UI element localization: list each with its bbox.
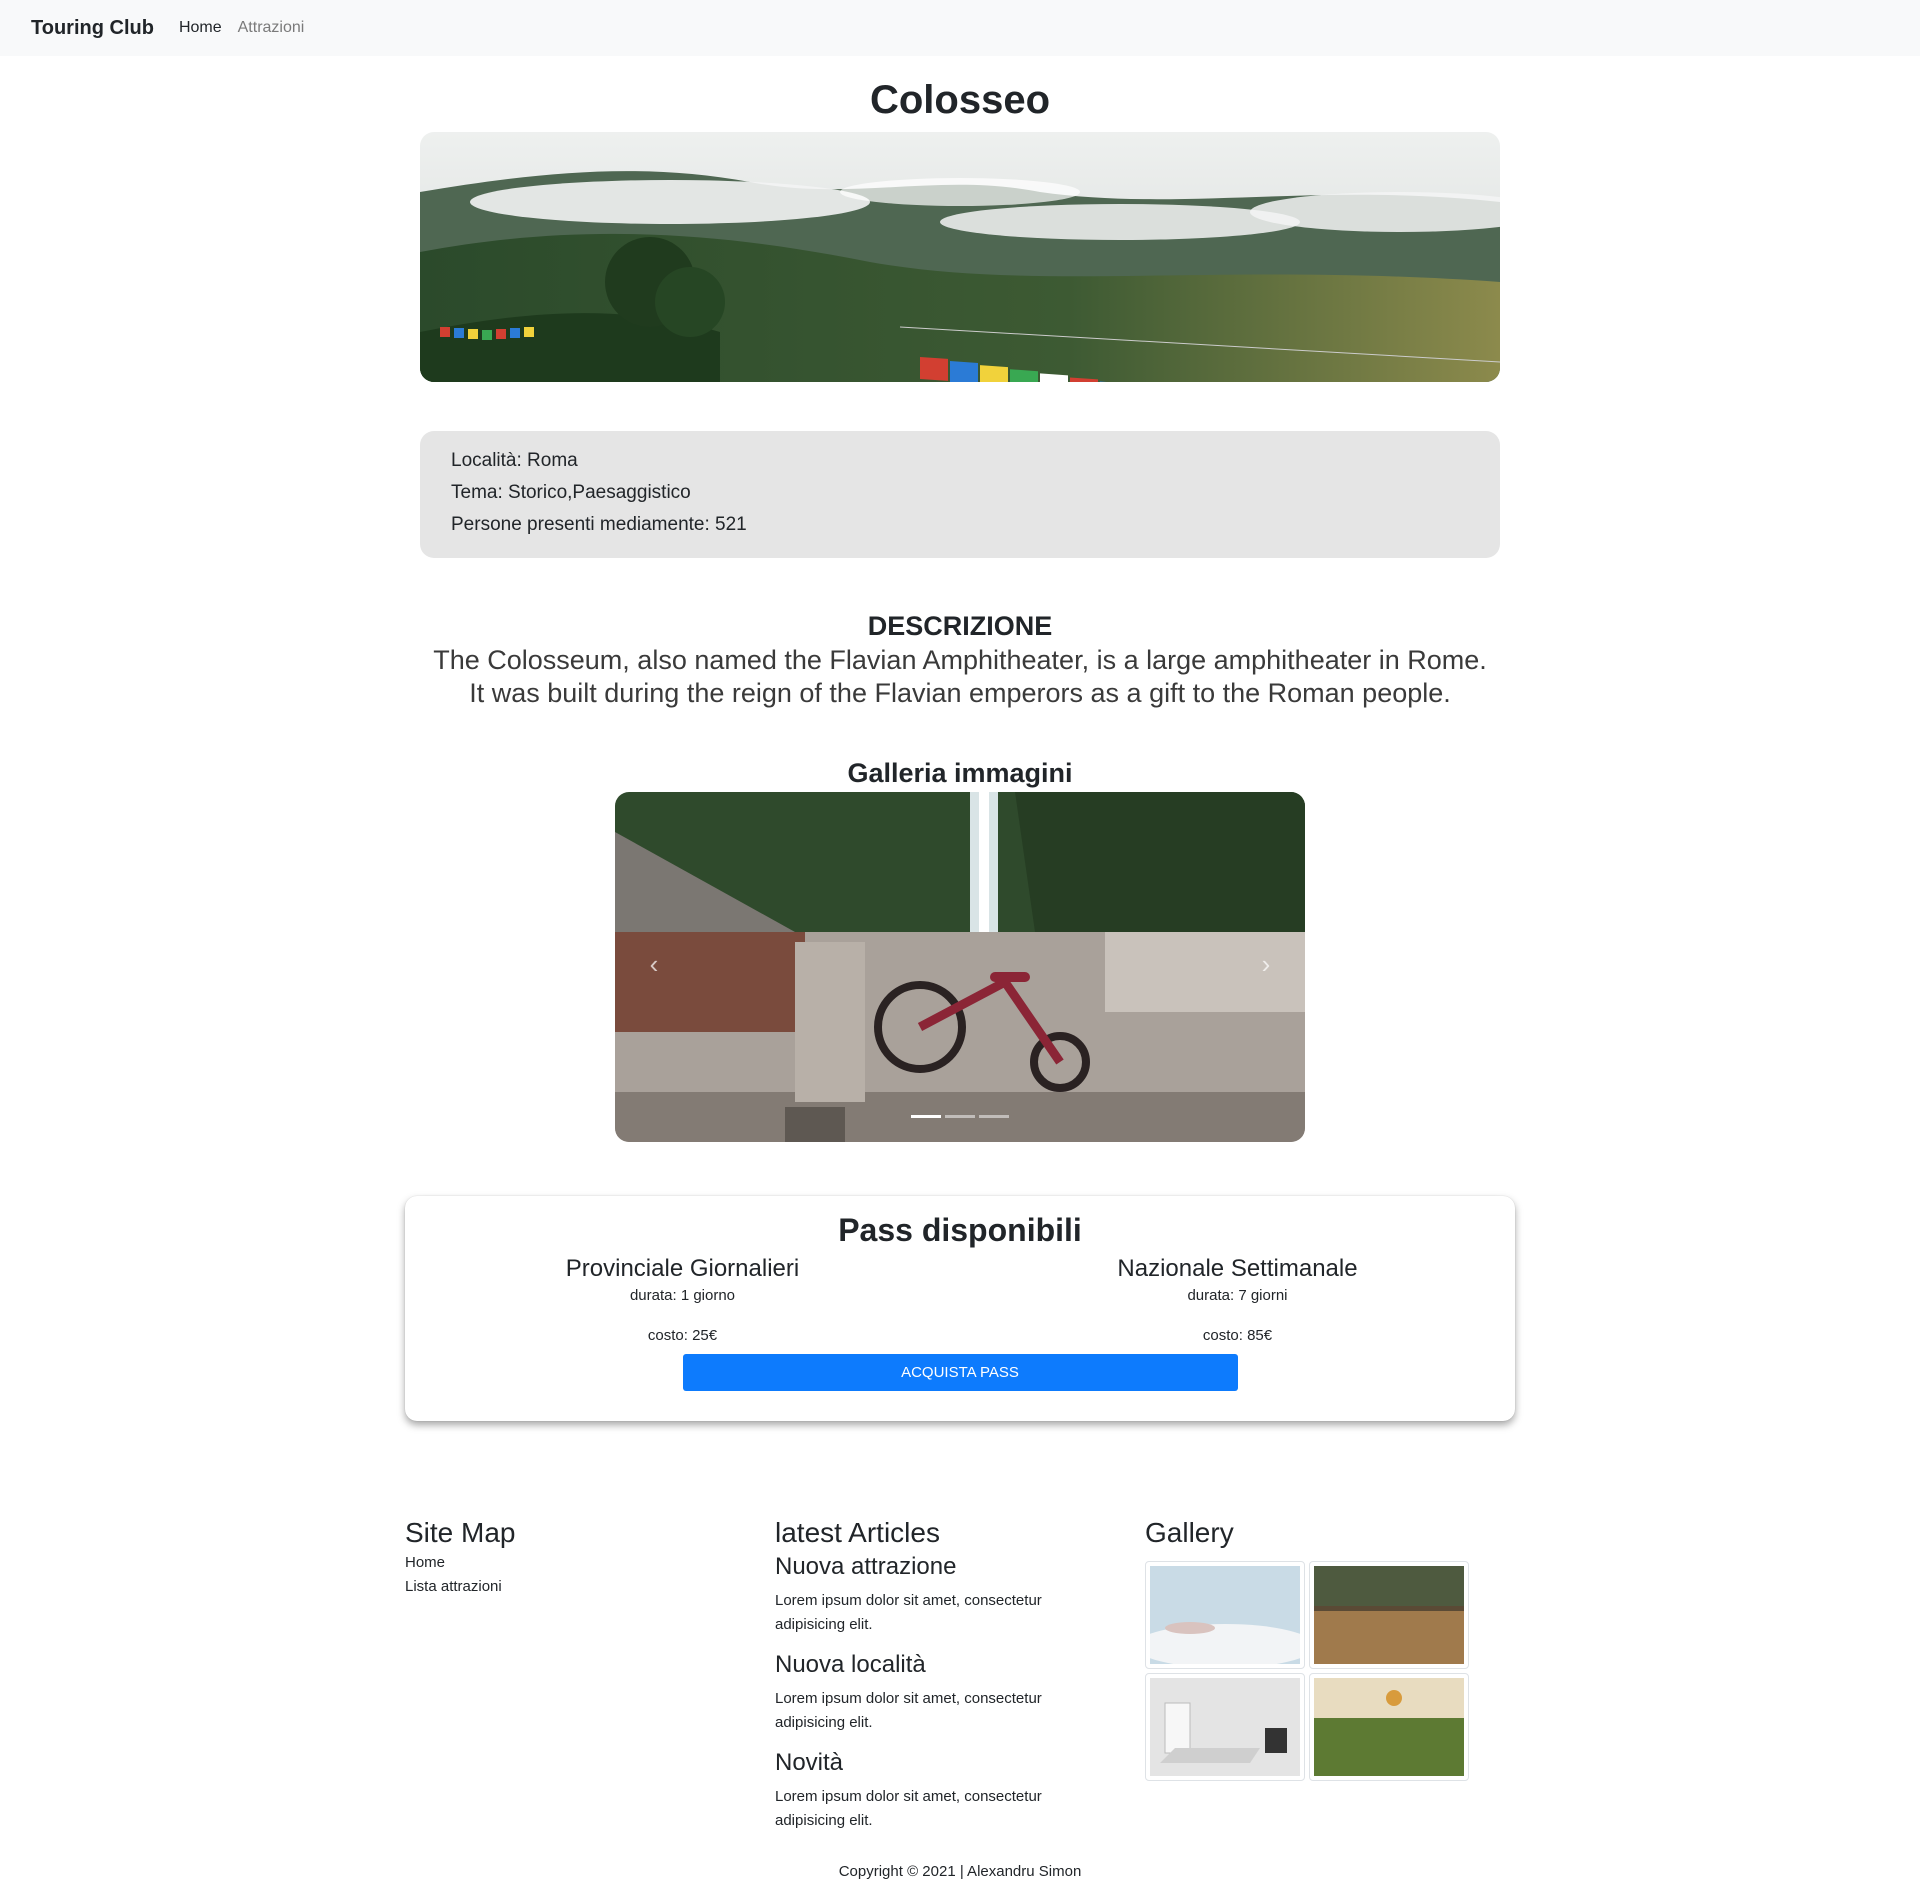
hero-image	[420, 132, 1500, 382]
navbar: Touring Club Home Attrazioni	[0, 0, 1920, 56]
page-title: Colosseo	[869, 78, 1051, 122]
carousel-indicator-3[interactable]	[979, 1115, 1009, 1118]
pass-costo: costo: 25€	[647, 1327, 718, 1344]
article-item: Nuova località Lorem ipsum dolor sit ame…	[775, 1649, 1145, 1735]
gallery-thumbnail-laptop[interactable]	[1145, 1673, 1305, 1781]
main-container: Colosseo Località: Roma Tema: Storico,Pa…	[420, 76, 1500, 1142]
info-box: Località: Roma Tema: Storico,Paesaggisti…	[420, 431, 1500, 558]
sitemap-attrazioni-link[interactable]: Lista attrazioni	[405, 1575, 775, 1599]
carousel-prev-icon[interactable]: ‹	[642, 951, 666, 977]
footer-gallery-title: Gallery	[1145, 1517, 1234, 1548]
article-text: Lorem ipsum dolor sit amet, consectetur …	[775, 1788, 1042, 1829]
articles-title: latest Articles	[775, 1517, 940, 1548]
image-carousel[interactable]: ‹ ›	[615, 792, 1305, 1142]
article-text: Lorem ipsum dolor sit amet, consectetur …	[775, 1690, 1042, 1731]
article-item: Nuova attrazione Lorem ipsum dolor sit a…	[775, 1551, 1145, 1637]
description-heading: DESCRIZIONE	[867, 611, 1053, 641]
sitemap-home-link[interactable]: Home	[405, 1551, 775, 1575]
tema-text: Tema: Storico,Paesaggistico	[451, 482, 691, 503]
buy-pass-button[interactable]: ACQUISTA PASS	[682, 1354, 1238, 1391]
description-section: DESCRIZIONE The Colosseum, also named th…	[420, 608, 1500, 710]
nav-attrazioni-link[interactable]: Attrazioni	[238, 19, 305, 37]
article-title[interactable]: Nuova attrazione	[775, 1551, 1145, 1583]
article-title[interactable]: Novità	[775, 1747, 1145, 1779]
description-line-2: It was built during the reign of the Fla…	[469, 678, 1451, 708]
copyright-text: Copyright © 2021 | Alexandru Simon	[838, 1863, 1082, 1880]
description-line-1: The Colosseum, also named the Flavian Am…	[433, 645, 1487, 675]
gallery-thumbnail-balloon[interactable]	[1309, 1673, 1469, 1781]
brand-logo[interactable]: Touring Club	[31, 17, 154, 40]
footer: Site Map Home Lista attrazioni latest Ar…	[405, 1515, 1515, 1845]
carousel-next-icon[interactable]: ›	[1254, 951, 1278, 977]
localita-text: Località: Roma	[451, 450, 578, 471]
gallery-title: Galleria immagini	[847, 758, 1073, 788]
article-title[interactable]: Nuova località	[775, 1649, 1145, 1681]
pass-name: Nazionale Settimanale	[1117, 1255, 1358, 1282]
pass-name: Provinciale Giornalieri	[565, 1255, 800, 1282]
pass-title: Pass disponibili	[838, 1212, 1082, 1248]
pass-option: Provinciale Giornalieri durata: 1 giorno…	[405, 1252, 960, 1346]
thumbnail-grid	[1145, 1561, 1515, 1781]
pass-option: Nazionale Settimanale durata: 7 giorni c…	[960, 1252, 1515, 1346]
pass-durata: durata: 7 giorni	[1187, 1287, 1288, 1304]
pass-card: Pass disponibili Provinciale Giornalieri…	[405, 1196, 1515, 1421]
nav-home-link[interactable]: Home	[179, 19, 222, 37]
carousel-indicator-2[interactable]	[945, 1115, 975, 1118]
article-item: Novità Lorem ipsum dolor sit amet, conse…	[775, 1747, 1145, 1833]
footer-sitemap: Site Map Home Lista attrazioni	[405, 1515, 775, 1845]
carousel-indicators	[615, 1115, 1305, 1118]
article-text: Lorem ipsum dolor sit amet, consectetur …	[775, 1592, 1042, 1633]
footer-articles: latest Articles Nuova attrazione Lorem i…	[775, 1515, 1145, 1845]
gallery-thumbnail-clouds[interactable]	[1145, 1561, 1305, 1669]
footer-gallery: Gallery	[1145, 1515, 1515, 1845]
pass-costo: costo: 85€	[1202, 1327, 1273, 1344]
gallery-thumbnail-field[interactable]	[1309, 1561, 1469, 1669]
carousel-indicator-1[interactable]	[911, 1115, 941, 1118]
sitemap-title: Site Map	[405, 1517, 516, 1548]
persone-text: Persone presenti mediamente: 521	[451, 514, 747, 535]
pass-durata: durata: 1 giorno	[629, 1287, 736, 1304]
